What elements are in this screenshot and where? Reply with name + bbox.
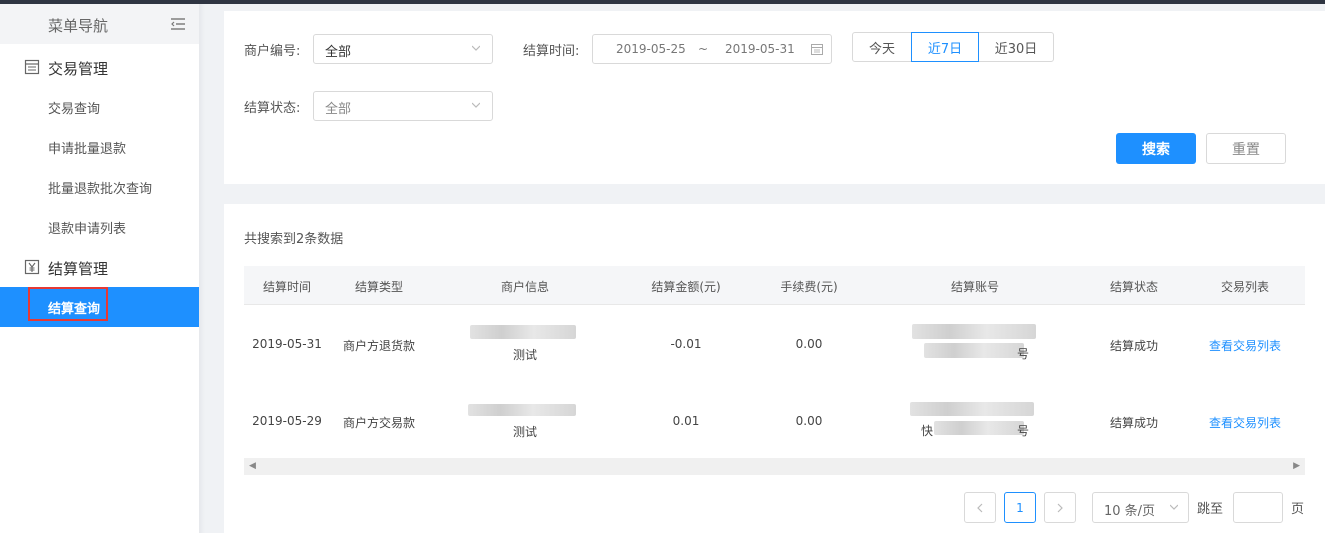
nav-header: 菜单导航 [0, 4, 199, 44]
cell-amount: -0.01 [670, 337, 702, 351]
sidebar-item-label: 申请批量退款 [48, 142, 127, 157]
page-size-select[interactable]: 10 条/页 [1092, 492, 1189, 523]
view-transactions-link[interactable]: 查看交易列表 [1209, 337, 1281, 354]
sidebar-item-settlement-query[interactable]: 结算查询 [0, 287, 199, 327]
quick-range-30days[interactable]: 近30日 [978, 32, 1054, 62]
cell-time: 2019-05-29 [252, 414, 322, 428]
page-suffix: 页 [1291, 502, 1305, 517]
date-end[interactable]: 2019-05-31 [725, 42, 795, 56]
page-size-value: 10 条/页 [1104, 504, 1156, 519]
cell-amount: 0.01 [672, 414, 700, 428]
sidebar-item-label: 退款申请列表 [48, 222, 127, 237]
merchant-label: 商户编号: [244, 44, 301, 59]
sidebar-item-batch-refund[interactable]: 申请批量退款 [0, 127, 199, 167]
sidebar-item-transaction-query[interactable]: 交易查询 [0, 87, 199, 127]
sidebar-item-label: 交易查询 [48, 102, 101, 117]
nav-title: 菜单导航 [48, 17, 109, 35]
document-icon [24, 59, 40, 75]
column-header: 商户信息 [500, 280, 550, 294]
redacted-account [912, 324, 1036, 339]
results-panel: 共搜索到2条数据 结算时间 结算类型 商户信息 结算金额(元) 手续费(元) 结… [224, 204, 1325, 533]
status-label: 结算状态: [244, 101, 301, 116]
cell-merchant: 测试 [512, 425, 538, 439]
chevron-down-icon [472, 102, 480, 108]
cell-account-tail: 号 [1016, 424, 1030, 438]
page-number-current[interactable]: 1 [1004, 492, 1036, 523]
column-header: 结算账号 [950, 280, 1000, 294]
cell-type: 商户方交易款 [342, 416, 416, 430]
jump-page-input[interactable] [1233, 492, 1283, 523]
chevron-down-icon [1170, 504, 1178, 510]
quick-range-today[interactable]: 今天 [852, 32, 912, 62]
status-select-value: 全部 [325, 102, 352, 117]
redacted-account [910, 402, 1034, 416]
date-separator: ~ [698, 42, 709, 56]
sidebar-divider [199, 4, 205, 533]
horizontal-scrollbar[interactable]: ◀ ▶ [244, 458, 1305, 475]
cell-type: 商户方退货款 [342, 339, 416, 353]
cell-fee: 0.00 [795, 337, 823, 351]
result-count: 共搜索到2条数据 [244, 232, 344, 247]
column-header: 结算时间 [262, 280, 312, 294]
scroll-left-icon[interactable]: ◀ [249, 461, 256, 471]
sidebar-group-settlement[interactable]: 结算管理 [0, 249, 199, 287]
sidebar: 菜单导航 交易管理 交易查询 申请批量退款 批量退款批次查询 退款申请列表 结算… [0, 4, 199, 533]
chevron-down-icon [472, 45, 480, 51]
sidebar-item-label: 批量退款批次查询 [48, 182, 153, 197]
cell-time: 2019-05-31 [252, 337, 322, 351]
jump-label: 跳至 [1197, 502, 1224, 517]
cell-account-tail: 号 [1016, 347, 1030, 361]
search-button[interactable]: 搜索 [1116, 133, 1196, 164]
yen-icon [24, 259, 40, 275]
view-transactions-link[interactable]: 查看交易列表 [1209, 414, 1281, 431]
redacted-merchant [468, 404, 576, 416]
cell-account-head: 快 [920, 424, 934, 438]
cell-status: 结算成功 [1109, 339, 1159, 353]
cell-status: 结算成功 [1109, 416, 1159, 430]
sidebar-group-label: 交易管理 [48, 60, 109, 78]
column-header: 结算金额(元) [651, 280, 721, 294]
chevron-left-icon [977, 503, 983, 512]
sidebar-group-transactions[interactable]: 交易管理 [0, 49, 199, 87]
date-start[interactable]: 2019-05-25 [616, 42, 686, 56]
date-range-picker[interactable]: 2019-05-25 ~ 2019-05-31 [592, 34, 832, 64]
column-header: 结算类型 [354, 280, 404, 294]
chevron-right-icon [1057, 503, 1063, 512]
status-select[interactable]: 全部 [313, 91, 493, 121]
sidebar-item-refund-list[interactable]: 退款申请列表 [0, 207, 199, 247]
column-header: 结算状态 [1109, 280, 1159, 294]
reset-button[interactable]: 重置 [1206, 133, 1286, 164]
redacted-merchant [470, 325, 576, 339]
sidebar-item-label: 结算查询 [48, 302, 101, 317]
merchant-select[interactable]: 全部 [313, 34, 493, 64]
scroll-right-icon[interactable]: ▶ [1293, 461, 1300, 471]
collapse-menu-icon[interactable] [171, 18, 185, 30]
cell-merchant: 测试 [512, 348, 538, 362]
table-row: 2019-05-29 商户方交易款 测试 0.01 0.00 快 号 结算成功 … [244, 382, 1305, 460]
cell-fee: 0.00 [795, 414, 823, 428]
next-page-button[interactable] [1044, 492, 1076, 523]
table-header: 结算时间 结算类型 商户信息 结算金额(元) 手续费(元) 结算账号 结算状态 … [244, 266, 1305, 305]
calendar-icon [811, 44, 823, 55]
sidebar-group-label: 结算管理 [48, 260, 109, 278]
redacted-account [934, 421, 1024, 435]
filter-panel: 商户编号: 全部 结算时间: 2019-05-25 ~ 2019-05-31 今… [224, 11, 1325, 184]
table-row: 2019-05-31 商户方退货款 测试 -0.01 0.00 号 结算成功 查… [244, 305, 1305, 383]
time-label: 结算时间: [523, 44, 580, 59]
column-header: 交易列表 [1220, 280, 1270, 294]
prev-page-button[interactable] [964, 492, 996, 523]
sidebar-item-batch-refund-query[interactable]: 批量退款批次查询 [0, 167, 199, 207]
redacted-account [924, 343, 1024, 358]
column-header: 手续费(元) [780, 280, 838, 294]
merchant-select-value: 全部 [325, 45, 352, 60]
quick-range-7days[interactable]: 近7日 [911, 32, 979, 62]
